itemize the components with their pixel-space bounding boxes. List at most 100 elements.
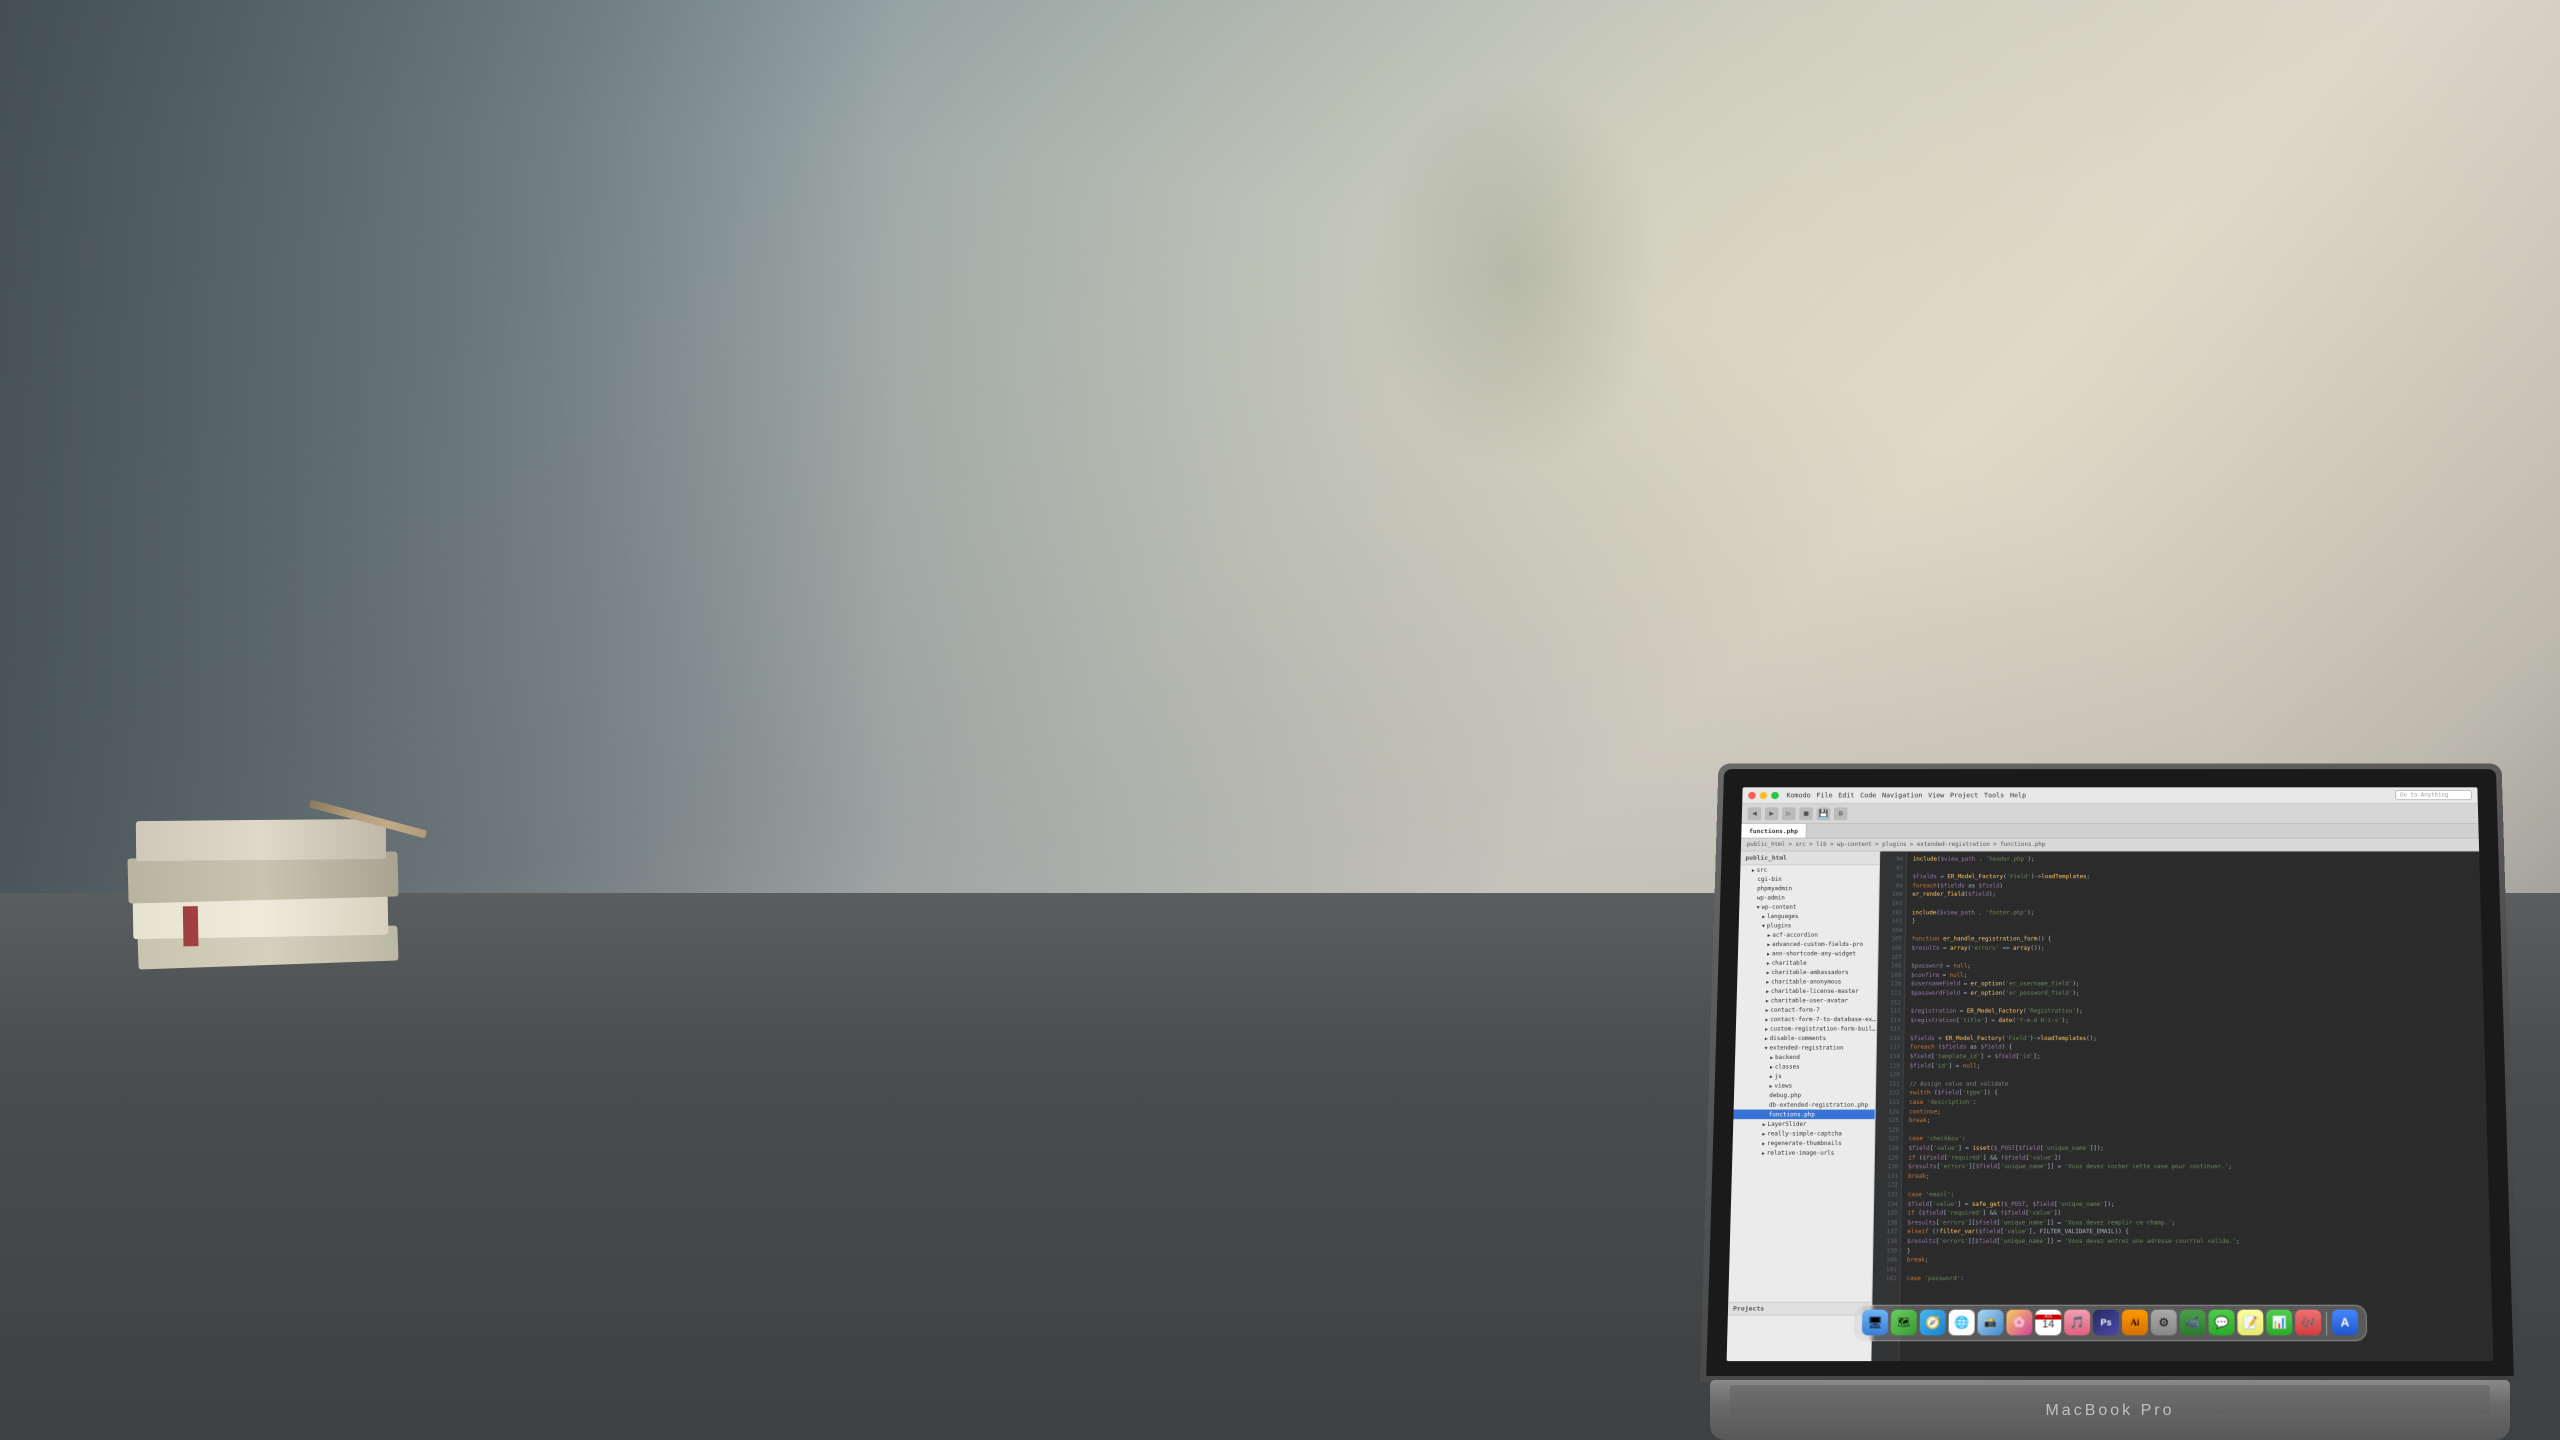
menu-navigation[interactable]: Navigation <box>1882 791 1922 798</box>
tree-item-char-amb[interactable]: ▶charitable-ambassadors <box>1737 968 1877 977</box>
menu-komodo[interactable]: Komodo <box>1786 791 1810 798</box>
menu-view[interactable]: View <box>1928 791 1944 798</box>
code-line-124: continue; <box>1909 1107 2481 1116</box>
dock-appstore[interactable]: A <box>2332 1310 2358 1336</box>
tree-item-acf[interactable]: ▶acf-accordion <box>1738 930 1878 939</box>
tree-item-layerslider[interactable]: ▶LayerSlider <box>1733 1119 1875 1129</box>
dock-notes[interactable]: 📝 <box>2237 1310 2263 1336</box>
code-line-127: case 'checkbox': <box>1909 1135 2482 1144</box>
search-placeholder: Go to Anything <box>2400 792 2449 798</box>
code-line-96: include($view_path . 'header.php'); <box>1913 855 2474 864</box>
tree-item-relative-img[interactable]: ▶relative-image-urls <box>1732 1148 1874 1158</box>
tree-item-views[interactable]: ▶views <box>1734 1081 1875 1091</box>
dock-maps[interactable]: 🗺 <box>1891 1310 1917 1336</box>
code-line-100: er_render_field($field); <box>1912 891 2474 900</box>
tree-item-charitable[interactable]: ▶charitable <box>1738 958 1878 967</box>
code-line-142: case 'password': <box>1906 1275 2485 1284</box>
projects-label: Projects <box>1733 1305 1764 1313</box>
macbook-pro-label: MacBook Pro <box>2045 1402 2174 1420</box>
minimize-button[interactable] <box>1760 791 1768 798</box>
dock-numbers[interactable]: 📊 <box>2266 1310 2292 1336</box>
code-line-135: if ($field['required'] && !$field['value… <box>1907 1209 2483 1218</box>
code-line-116: $fields = ER_Model_Factory('Field')->loa… <box>1910 1034 2479 1043</box>
menu-edit[interactable]: Edit <box>1838 791 1854 798</box>
ide-main-content: public_html ▶src cgi-bin phpmyadmin wp-a… <box>1727 851 2494 1361</box>
tree-item-captcha[interactable]: ▶really-simple-captcha <box>1733 1129 1875 1139</box>
code-line-111: $passwordField = er_option('er_password_… <box>1911 989 2478 998</box>
tree-item-cf7[interactable]: ▶contact-form-7 <box>1736 1005 1876 1014</box>
code-line-122: switch ($field['type']) { <box>1909 1089 2480 1098</box>
dock-facetime[interactable]: 📹 <box>2180 1310 2206 1336</box>
laptop: Komodo File Edit Code Navigation View Pr… <box>1660 720 2560 1440</box>
dock-music[interactable]: 🎶 <box>2295 1310 2321 1336</box>
tree-item-cf7db[interactable]: ▶contact-form-7-to-database-extension <box>1736 1015 1876 1024</box>
dock-itunes[interactable]: 🎵 <box>2064 1310 2090 1336</box>
dock-system-prefs[interactable]: ⚙ <box>2151 1310 2177 1336</box>
tab-functions-php[interactable]: functions.php <box>1741 824 1806 838</box>
tree-item-wpadmin[interactable]: wp-admin <box>1739 893 1878 902</box>
tree-item-cgi[interactable]: cgi-bin <box>1740 875 1879 884</box>
dock-calendar[interactable]: JUL 14 <box>2035 1310 2061 1336</box>
menu-bar: Komodo File Edit Code Navigation View Pr… <box>1786 791 2026 798</box>
code-line-107 <box>1911 953 2476 962</box>
book-4 <box>136 819 386 861</box>
tree-item-backend[interactable]: ▶backend <box>1735 1052 1876 1061</box>
tree-item-acf-pro[interactable]: ▶advanced-custom-fields-pro <box>1738 939 1878 948</box>
tree-item-regen-thumb[interactable]: ▶regenerate-thumbnails <box>1733 1138 1875 1148</box>
tree-item-src[interactable]: ▶src <box>1740 865 1879 874</box>
ide-app: Komodo File Edit Code Navigation View Pr… <box>1727 787 2494 1361</box>
dock-photos-viewer[interactable]: Ps <box>2093 1310 2119 1336</box>
dock-safari[interactable]: 🧭 <box>1920 1310 1946 1336</box>
menu-tools[interactable]: Tools <box>1984 791 2004 798</box>
code-line-129: if ($field['required'] && !$field['value… <box>1908 1153 2482 1162</box>
tree-item-classes[interactable]: ▶classes <box>1735 1062 1876 1072</box>
code-line-123: case 'description': <box>1909 1098 2480 1107</box>
back-button[interactable]: ◀ <box>1747 807 1761 820</box>
tree-item-custom-reg[interactable]: ▶custom-registration-form-builder-with-s… <box>1736 1024 1877 1033</box>
tree-item-char-avatar[interactable]: ▶charitable-user-avatar <box>1737 996 1877 1005</box>
tree-item-functions[interactable]: functions.php <box>1733 1110 1874 1120</box>
tree-item-js[interactable]: ▶js <box>1734 1071 1875 1081</box>
settings-button[interactable]: ⚙ <box>1834 807 1848 820</box>
tree-item-languages[interactable]: ▶languages <box>1739 912 1878 921</box>
tree-item-wpcontent[interactable]: ▼wp-content <box>1739 902 1878 911</box>
dock-photos-app[interactable]: 📸 <box>1977 1310 2003 1336</box>
dock-messages[interactable]: 💬 <box>2208 1310 2234 1336</box>
dock-photos[interactable]: 🌸 <box>2006 1310 2032 1336</box>
dock-finder[interactable]: 🖥 <box>1862 1310 1888 1336</box>
maximize-button[interactable] <box>1771 791 1779 798</box>
menu-code[interactable]: Code <box>1860 791 1876 798</box>
code-line-110: $usernameField = er_option('er_username_… <box>1911 980 2477 989</box>
forward-button[interactable]: ▶ <box>1765 807 1779 820</box>
code-content[interactable]: include($view_path . 'header.php'); $fie… <box>1899 851 2493 1361</box>
code-line-134: $field['value'] = safe_get($_POST, $fiel… <box>1908 1200 2484 1209</box>
plant-shadow <box>1364 72 1664 472</box>
tree-item-db-extended[interactable]: db-extended-registration.php <box>1734 1100 1875 1110</box>
dock-chrome[interactable]: 🌐 <box>1949 1310 1975 1336</box>
tree-item-debug[interactable]: debug.php <box>1734 1090 1875 1100</box>
tree-item-ann[interactable]: ▶ann-shortcode-any-widget <box>1738 949 1878 958</box>
code-line-137: elseif (!filter_var($field['value'], FIL… <box>1907 1228 2484 1237</box>
tree-item-extended-reg[interactable]: ▼extended-registration <box>1735 1043 1876 1052</box>
tree-item-phpmyadmin[interactable]: phpmyadmin <box>1740 884 1879 893</box>
dock-illustrator[interactable]: Ai <box>2122 1310 2148 1336</box>
save-button[interactable]: 💾 <box>1817 807 1831 820</box>
code-line-136: $results['errors'][$field['unique_name']… <box>1907 1218 2483 1227</box>
close-button[interactable] <box>1748 791 1756 798</box>
code-line-113: $registration = ER_Model_Factory('Regist… <box>1910 1007 2477 1016</box>
sidebar: public_html ▶src cgi-bin phpmyadmin wp-a… <box>1727 851 1881 1361</box>
menu-project[interactable]: Project <box>1950 791 1978 798</box>
tree-item-char-license[interactable]: ▶charitable-license-master <box>1737 986 1877 995</box>
laptop-screen: Komodo File Edit Code Navigation View Pr… <box>1727 787 2494 1361</box>
tree-item-plugins[interactable]: ▼plugins <box>1739 921 1878 930</box>
tree-item-char-anon[interactable]: ▶charitable-anonymous <box>1737 977 1877 986</box>
code-line-120 <box>1910 1071 2480 1080</box>
tree-item-disable-comments[interactable]: ▶disable-comments <box>1735 1033 1876 1042</box>
run-button[interactable]: ▷ <box>1782 807 1796 820</box>
menu-help[interactable]: Help <box>2010 791 2026 798</box>
go-to-anything-search[interactable]: Go to Anything <box>2395 790 2472 800</box>
stop-button[interactable]: ■ <box>1799 807 1813 820</box>
code-line-131: break; <box>1908 1172 2482 1181</box>
menu-file[interactable]: File <box>1816 791 1832 798</box>
code-line-109: $confirm = null; <box>1911 971 2477 980</box>
